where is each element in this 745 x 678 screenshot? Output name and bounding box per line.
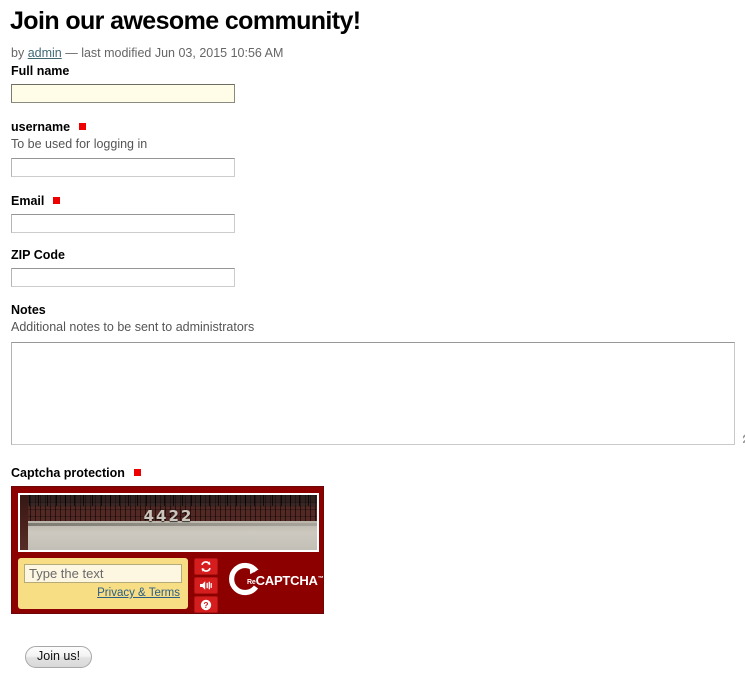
join-us-button[interactable]: Join us! [25,646,93,668]
zip-code-input-wrap [11,268,235,287]
help-icon: ? [200,599,212,611]
captcha-text-input[interactable] [24,564,182,583]
captcha-challenge-image: 4422 [18,493,319,552]
captcha-challenge-text: 4422 [143,507,194,525]
recaptcha-logo: ReCAPTCHA™ [226,562,324,599]
page-title: Join our awesome community! [10,7,361,35]
field-notes: Notes Additional notes to be sent to adm… [11,303,254,335]
username-input-wrap [11,158,235,177]
recaptcha-tm-text: ™ [317,576,324,582]
captcha-label: Captcha protection [11,466,141,481]
captcha-audio-button[interactable] [194,577,218,594]
audio-icon [199,580,213,591]
captcha-help-button[interactable]: ? [194,596,218,613]
zip-code-label: ZIP Code [11,248,65,262]
username-input[interactable] [11,158,235,177]
captcha-label-text: Captcha protection [11,466,125,480]
field-zip-code: ZIP Code [11,248,65,263]
byline: by admin — last modified Jun 03, 2015 10… [11,46,283,60]
privacy-terms-link[interactable]: Privacy & Terms [24,587,182,599]
notes-label: Notes [11,303,46,317]
recaptcha-re-text: Re [247,579,256,586]
username-label: username [11,120,147,135]
refresh-icon [200,561,212,572]
username-label-text: username [11,120,71,134]
recaptcha-widget: 4422 Privacy & Terms [11,486,324,614]
registration-form-page: Join our awesome community! by admin — l… [0,0,745,678]
required-marker-icon [133,469,141,476]
byline-suffix: — last modified Jun 03, 2015 10:56 AM [65,46,284,60]
brick-top-band [20,495,317,506]
byline-prefix: by [11,46,25,60]
recaptcha-wordmark: ReCAPTCHA™ [247,573,324,588]
recaptcha-captcha-text: CAPTCHA [255,573,318,588]
svg-text:?: ? [203,600,208,610]
captcha-controls-row: Privacy & Terms [18,558,324,613]
required-marker-icon [79,123,87,130]
captcha-entry-panel: Privacy & Terms [18,558,188,609]
field-username: username To be used for logging in [11,120,147,152]
required-marker-icon [53,197,61,204]
notes-help: Additional notes to be sent to administr… [11,320,255,334]
notes-textarea[interactable] [11,342,735,445]
email-label: Email [11,194,61,209]
zip-code-input[interactable] [11,268,235,287]
username-help: To be used for logging in [11,137,148,151]
captcha-refresh-button[interactable] [194,558,218,575]
field-email: Email [11,194,61,209]
captcha-button-stack: ? [194,558,218,613]
full-name-input-wrap [11,84,235,103]
email-label-text: Email [11,194,45,208]
email-input[interactable] [11,214,235,233]
field-full-name: Full name [11,64,69,79]
field-captcha: Captcha protection [11,466,141,481]
full-name-label: Full name [11,64,70,78]
full-name-input[interactable] [11,84,235,103]
email-input-wrap [11,214,235,233]
notes-textarea-wrap [11,342,745,445]
author-link[interactable]: admin [28,46,62,60]
